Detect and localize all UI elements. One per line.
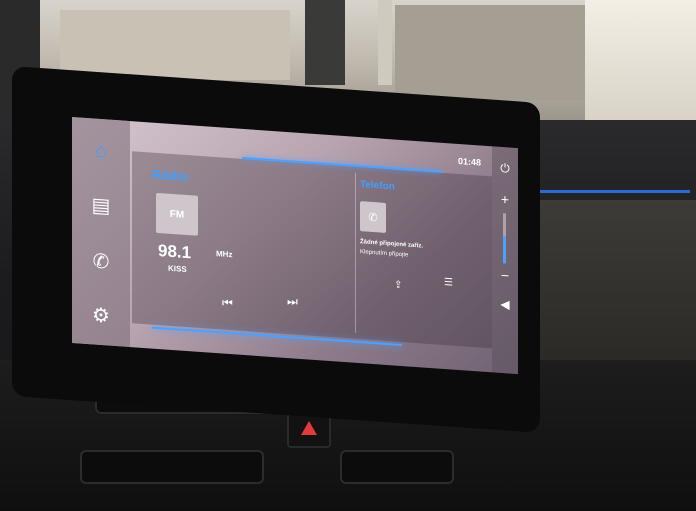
ambient-light — [540, 190, 690, 193]
frequency-unit: MHz — [216, 249, 233, 260]
volume-fill — [503, 235, 506, 264]
volume-down-icon[interactable]: − — [492, 266, 518, 284]
lower-vent-right — [340, 450, 454, 484]
clock: 01:48 — [458, 155, 482, 168]
hazard-triangle-icon — [301, 421, 317, 435]
volume-up-icon[interactable]: + — [492, 190, 518, 208]
dashboard-panel — [520, 200, 696, 360]
car-interior-photo: ⌂ ▤ ✆ ⚙ 01:48 Rádio FM 98.1 MHz KISS ⏮ ⏭… — [0, 0, 696, 511]
power-icon[interactable]: ⏻ — [492, 160, 518, 177]
radio-title[interactable]: Rádio — [152, 167, 188, 185]
volume-column: ⏻ + − ◀ — [492, 146, 518, 375]
window-glare — [585, 0, 696, 120]
window-pillar — [378, 0, 392, 85]
background-building — [395, 5, 595, 100]
contacts-icon[interactable]: ☰ — [444, 277, 453, 289]
sidebar: ⌂ ▤ ✆ ⚙ — [72, 117, 130, 348]
phone-icon: ✆ — [368, 211, 378, 224]
infotainment-screen: ⌂ ▤ ✆ ⚙ 01:48 Rádio FM 98.1 MHz KISS ⏮ ⏭… — [72, 117, 518, 375]
lower-vent-left — [80, 450, 264, 484]
frequency: 98.1 — [158, 241, 192, 263]
fm-band-tile[interactable]: FM — [156, 192, 198, 236]
band-label: FM — [169, 208, 185, 221]
home-icon[interactable]: ⌂ — [72, 131, 130, 171]
phone-title[interactable]: Telefon — [360, 179, 395, 192]
radio-icon[interactable]: ▤ — [72, 185, 130, 225]
speaker-icon[interactable]: ◀ — [492, 296, 518, 312]
background-building — [60, 10, 290, 80]
next-icon[interactable]: ⏭ — [287, 294, 298, 310]
connect-icon[interactable]: ⇪ — [394, 280, 402, 292]
widget-divider — [355, 172, 356, 333]
settings-icon[interactable]: ⚙ — [72, 295, 130, 335]
previous-icon[interactable]: ⏮ — [222, 295, 233, 311]
volume-slider[interactable] — [503, 213, 506, 264]
window-pillar — [305, 0, 345, 85]
phone-icon[interactable]: ✆ — [72, 241, 130, 281]
phone-tile[interactable]: ✆ — [360, 201, 386, 233]
station-name: KISS — [168, 263, 187, 275]
